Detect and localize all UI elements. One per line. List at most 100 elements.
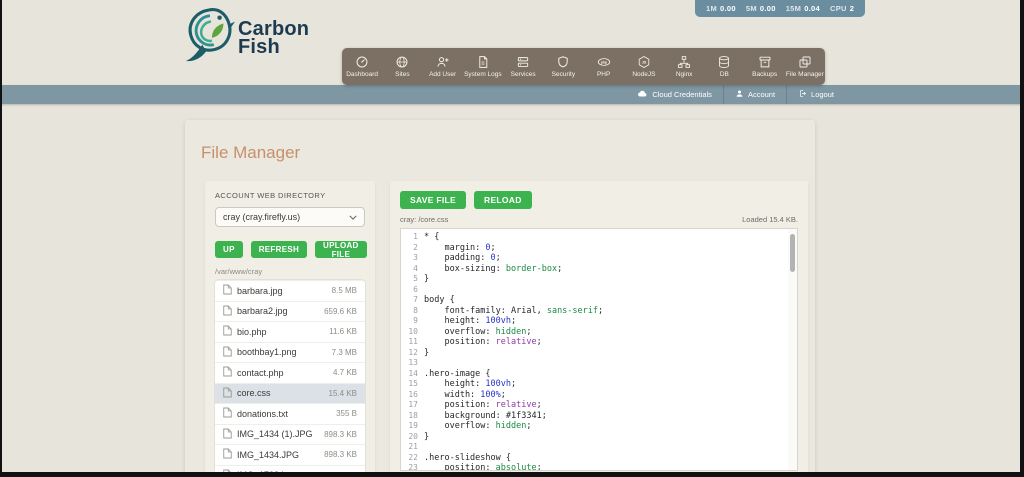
file-size: 501.0 KB [324,470,357,477]
file-size: 7.3 MB [331,347,357,357]
editor-panel: SAVE FILE RELOAD cray: /core.css Loaded … [390,181,808,477]
nav-item-add-user[interactable]: Add User [423,48,463,85]
file-icon [223,428,232,441]
file-row[interactable]: IMG_1434.JPG 898.3 KB [215,444,365,465]
file-name: contact.php [237,367,284,378]
file-name: boothbay1.png [237,347,297,358]
file-row[interactable]: donations.txt 355 B [215,403,365,424]
file-row[interactable]: barbara.jpg 8.5 MB [215,280,365,301]
archive-icon [758,55,772,69]
file-name: bio.php [237,326,267,337]
nav-item-security[interactable]: Security [543,48,583,85]
main-navbar: Dashboard Sites Add User System Logs Ser… [342,48,825,85]
nav-item-file-manager[interactable]: File Manager [785,48,825,85]
utility-bar: Cloud Credentials Account Logout [0,85,1024,104]
load-average-badge: 1M 0.00 5M 0.00 15M 0.04 CPU 2 [695,0,866,17]
code-editor[interactable]: 1 * {2 margin: 0; 3 padding: 0; 4 box-sizin… [400,228,798,471]
open-file-path: cray: /core.css [400,215,449,224]
nav-item-nodejs[interactable]: NodeJS [624,48,664,85]
file-icon [223,305,232,318]
file-row[interactable]: bio.php 11.6 KB [215,321,365,342]
fish-logo-icon [183,6,235,69]
nav-item-system-logs[interactable]: System Logs [463,48,503,85]
code-lines: 1 * {2 margin: 0; 3 padding: 0; 4 box-sizin… [408,232,604,471]
dashboard-icon [355,55,369,69]
nav-item-backups[interactable]: Backups [745,48,785,85]
file-name: core.css [237,388,271,399]
directory-select-value: cray (cray.firefly.us) [223,212,301,222]
nav-item-db[interactable]: DB [704,48,744,85]
refresh-button[interactable]: REFRESH [250,241,308,258]
loaded-size-info: Loaded 15.4 KB. [742,215,798,224]
nav-item-dashboard[interactable]: Dashboard [342,48,382,85]
server-icon [516,55,530,69]
file-icon [223,387,232,400]
up-button[interactable]: UP [215,241,243,258]
file-size: 659.6 KB [324,306,357,316]
add-user-icon [436,55,450,69]
database-icon [717,55,731,69]
account-link[interactable]: Account [722,85,786,104]
file-icon [223,346,232,359]
sitemap-icon [677,55,691,69]
nav-item-php[interactable]: PHP [584,48,624,85]
save-file-button[interactable]: SAVE FILE [400,191,466,209]
file-name: donations.txt [237,408,289,419]
file-name: barbara2.jpg [237,306,288,317]
carbonfish-logo[interactable]: Carbon Fish [183,6,309,69]
file-size: 15.4 KB [328,388,357,398]
file-icon [223,448,232,461]
file-name: IMG_1434 (1).JPG [237,429,313,440]
editor-scrollbar-thumb[interactable] [790,234,795,272]
nav-item-services[interactable]: Services [503,48,543,85]
file-name: IMG_1434.JPG [237,449,300,460]
file-size: 4.7 KB [332,368,357,378]
load-5m: 5M 0.00 [745,4,776,13]
file-icon [223,469,232,477]
upload-file-button[interactable]: UPLOAD FILE [315,241,367,259]
nodejs-icon [637,55,651,69]
file-row[interactable]: contact.php 4.7 KB [215,362,365,383]
nav-item-nginx[interactable]: Nginx [664,48,704,85]
file-name: IMG_1703.jpg [237,470,294,477]
file-name: barbara.jpg [237,285,283,296]
page-title: File Manager [201,143,301,162]
file-row[interactable]: core.css 15.4 KB [215,382,365,403]
file-size: 898.3 KB [324,429,357,439]
cloud-credentials-link[interactable]: Cloud Credentials [626,85,723,104]
person-icon [735,89,744,100]
file-icon [223,407,232,420]
file-manager-icon [798,55,812,69]
system-logs-icon [476,55,490,69]
file-size: 8.5 MB [331,286,357,296]
logout-icon [798,89,807,100]
file-size: 11.6 KB [329,327,357,337]
shield-icon [556,55,570,69]
current-path: /var/www/cray [215,267,263,276]
load-1m: 1M 0.00 [706,4,736,13]
file-icon [223,325,232,338]
nav-item-sites[interactable]: Sites [382,48,422,85]
php-icon [597,55,611,69]
directory-panel-label: ACCOUNT WEB DIRECTORY [215,191,326,200]
chevron-down-icon [349,212,357,222]
globe-icon [395,55,409,69]
file-size: 355 B [336,409,357,419]
brand-name: Carbon Fish [238,17,310,58]
cpu-count: CPU 2 [830,4,855,13]
file-icon [223,284,232,297]
directory-panel: ACCOUNT WEB DIRECTORY cray (cray.firefly… [205,181,375,477]
file-row[interactable]: boothbay1.png 7.3 MB [215,341,365,363]
directory-select[interactable]: cray (cray.firefly.us) [215,207,365,227]
reload-button[interactable]: RELOAD [474,191,532,209]
main-card: File Manager ACCOUNT WEB DIRECTORY cray … [185,120,815,477]
load-15m: 15M 0.04 [785,4,820,13]
file-row[interactable]: IMG_1434 (1).JPG 898.3 KB [215,423,365,445]
file-icon [223,366,232,379]
cloud-icon [637,88,648,101]
file-row[interactable]: barbara2.jpg 659.6 KB [215,300,365,322]
file-row[interactable]: IMG_1703.jpg 501.0 KB [215,464,365,477]
file-size: 898.3 KB [324,450,357,460]
file-list: barbara.jpg 8.5 MB barbara2.jpg 659.6 KB… [215,280,365,477]
logout-link[interactable]: Logout [786,85,845,104]
